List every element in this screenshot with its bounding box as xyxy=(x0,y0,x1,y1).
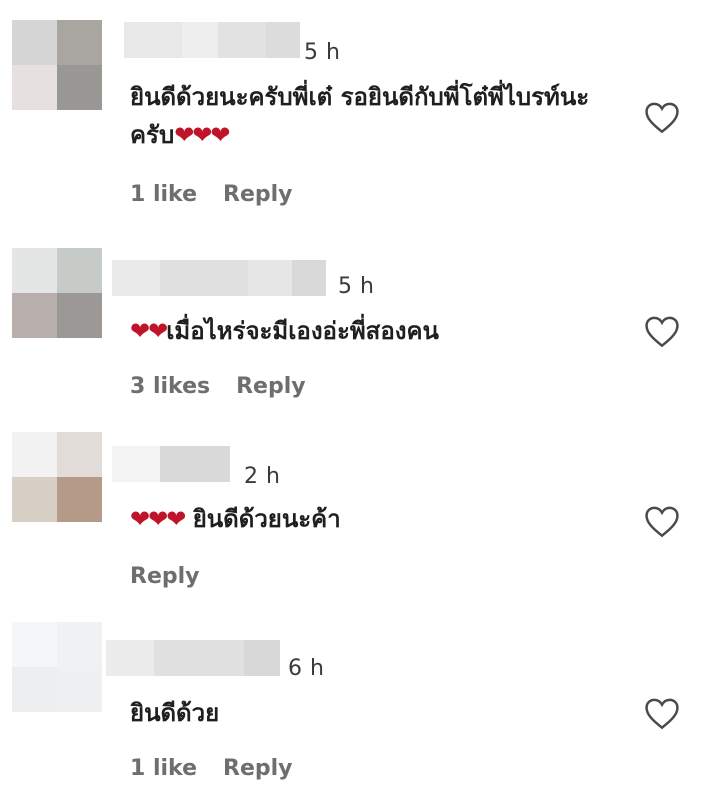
comment-text: ยินดีด้วยนะครับพี่เต๋ รอยินดีกับพี่โต๋พี… xyxy=(130,78,620,154)
heart-emojis: ❤❤❤ xyxy=(130,505,186,533)
like-count[interactable]: 3 likes xyxy=(130,374,210,399)
heart-emojis: ❤❤❤ xyxy=(174,121,230,149)
username-blurred[interactable] xyxy=(112,446,230,482)
comment-item: 2 h ❤❤❤ ยินดีด้วยนะค้า Reply xyxy=(0,420,707,610)
comment-text: ยินดีด้วย xyxy=(130,694,620,732)
heart-icon[interactable] xyxy=(643,696,681,730)
like-count[interactable]: 1 like xyxy=(130,182,197,207)
comment-timestamp[interactable]: 5 h xyxy=(338,274,374,299)
reply-button[interactable]: Reply xyxy=(130,564,200,589)
heart-icon[interactable] xyxy=(643,504,681,538)
username-blurred[interactable] xyxy=(106,640,280,676)
comment-text: ❤❤❤ ยินดีด้วยนะค้า xyxy=(130,500,620,538)
comment-timestamp[interactable]: 6 h xyxy=(288,656,324,681)
avatar[interactable] xyxy=(12,20,102,110)
comment-body: ยินดีด้วยนะค้า xyxy=(192,505,341,533)
heart-emojis: ❤❤ xyxy=(130,317,168,345)
comment-meta: 1 like Reply xyxy=(130,182,293,207)
reply-button[interactable]: Reply xyxy=(236,374,306,399)
comment-body: ยินดีด้วย xyxy=(130,699,220,727)
avatar[interactable] xyxy=(12,432,102,522)
avatar[interactable] xyxy=(12,248,102,338)
comment-timestamp[interactable]: 2 h xyxy=(244,464,280,489)
username-blurred[interactable] xyxy=(124,22,300,58)
heart-icon[interactable] xyxy=(643,100,681,134)
comment-meta: Reply xyxy=(130,564,200,589)
avatar[interactable] xyxy=(12,622,102,712)
like-count[interactable]: 1 like xyxy=(130,756,197,781)
comment-meta: 1 like Reply xyxy=(130,756,293,781)
comment-text: ❤❤เมื่อไหร่จะมีเองอ่ะพี่สองคน xyxy=(130,312,620,350)
username-blurred[interactable] xyxy=(112,260,326,296)
comment-meta: 3 likes Reply xyxy=(130,374,306,399)
comment-item: 6 h ยินดีด้วย 1 like Reply xyxy=(0,610,707,800)
comment-body: เมื่อไหร่จะมีเองอ่ะพี่สองคน xyxy=(166,317,439,345)
comment-timestamp[interactable]: 5 h xyxy=(304,40,340,65)
comment-item: 5 h ❤❤เมื่อไหร่จะมีเองอ่ะพี่สองคน 3 like… xyxy=(0,230,707,420)
heart-icon[interactable] xyxy=(643,314,681,348)
comment-item: 5 h ยินดีด้วยนะครับพี่เต๋ รอยินดีกับพี่โ… xyxy=(0,0,707,230)
reply-button[interactable]: Reply xyxy=(223,182,293,207)
reply-button[interactable]: Reply xyxy=(223,756,293,781)
